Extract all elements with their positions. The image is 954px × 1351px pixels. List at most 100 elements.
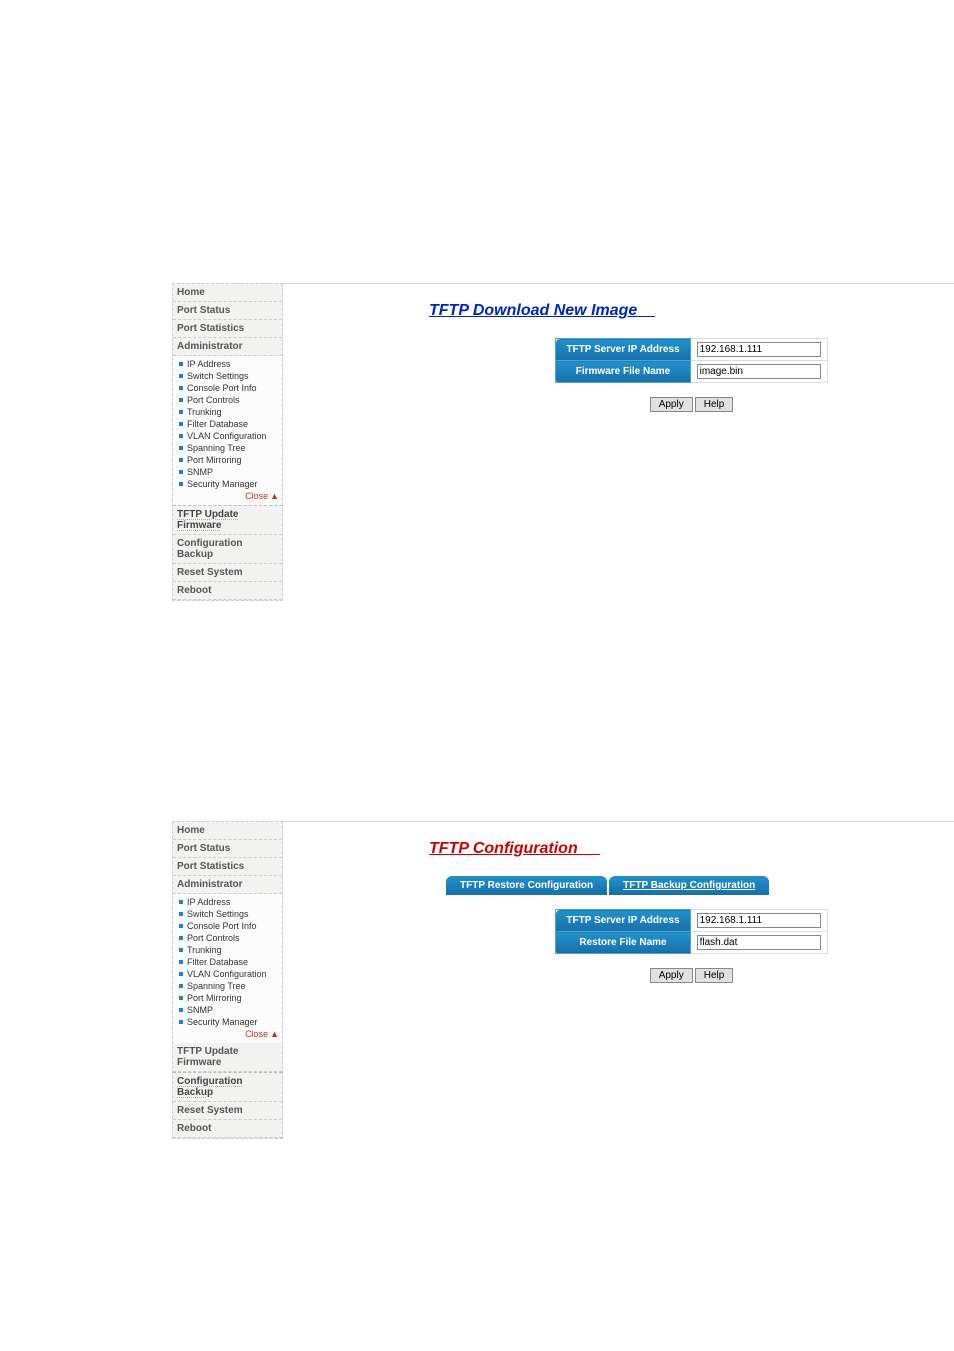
admin-item-port-controls[interactable]: Port Controls xyxy=(173,394,282,406)
admin-close[interactable]: Close xyxy=(245,491,268,501)
main-content: TFTP Download New Image TFTP Server IP A… xyxy=(283,283,954,601)
close-icon: ▲ xyxy=(270,1029,279,1039)
admin-label: Port Mirroring xyxy=(187,455,242,465)
admin-label: SNMP xyxy=(187,467,213,477)
admin-item-filter-database[interactable]: Filter Database xyxy=(173,956,282,968)
admin-item-spanning-tree[interactable]: Spanning Tree xyxy=(173,980,282,992)
admin-label: IP Address xyxy=(187,359,230,369)
sidebar-reboot[interactable]: Reboot xyxy=(173,582,282,600)
admin-item-port-mirroring[interactable]: Port Mirroring xyxy=(173,992,282,1004)
sidebar: Home Port Status Port Statistics Adminis… xyxy=(172,821,283,1139)
sidebar: Home Port Status Port Statistics Adminis… xyxy=(172,283,283,601)
sidebar-administrator[interactable]: Administrator xyxy=(173,876,282,894)
admin-label: Trunking xyxy=(187,945,222,955)
bullet-icon xyxy=(179,386,183,390)
admin-item-vlan-configuration[interactable]: VLAN Configuration xyxy=(173,430,282,442)
admin-item-switch-settings[interactable]: Switch Settings xyxy=(173,908,282,920)
help-button[interactable]: Help xyxy=(695,968,734,983)
bullet-icon xyxy=(179,948,183,952)
tab-row: TFTP Restore Configuration TFTP Backup C… xyxy=(446,876,954,895)
bullet-icon xyxy=(179,434,183,438)
bullet-icon xyxy=(179,1008,183,1012)
sidebar-configuration-backup[interactable]: Configuration Backup xyxy=(173,1072,282,1102)
admin-item-ip-address[interactable]: IP Address xyxy=(173,358,282,370)
label-restore-file: Restore File Name xyxy=(556,932,690,954)
admin-label: Security Manager xyxy=(187,1017,258,1027)
label-server-ip: TFTP Server IP Address xyxy=(556,339,690,361)
button-row: ApplyHelp xyxy=(649,397,735,412)
admin-item-port-mirroring[interactable]: Port Mirroring xyxy=(173,454,282,466)
sidebar-port-statistics[interactable]: Port Statistics xyxy=(173,320,282,338)
bullet-icon xyxy=(179,446,183,450)
sidebar-port-status[interactable]: Port Status xyxy=(173,302,282,320)
bullet-icon xyxy=(179,912,183,916)
admin-item-snmp[interactable]: SNMP xyxy=(173,1004,282,1016)
admin-item-filter-database[interactable]: Filter Database xyxy=(173,418,282,430)
admin-item-vlan-configuration[interactable]: VLAN Configuration xyxy=(173,968,282,980)
bullet-icon xyxy=(179,984,183,988)
admin-item-console-port-info[interactable]: Console Port Info xyxy=(173,920,282,932)
admin-submenu: IP Address Switch Settings Console Port … xyxy=(173,894,282,1043)
sidebar-administrator[interactable]: Administrator xyxy=(173,338,282,356)
admin-item-trunking[interactable]: Trunking xyxy=(173,944,282,956)
form-table: TFTP Server IP Address Restore File Name xyxy=(555,909,827,954)
admin-close-row: Close▲ xyxy=(173,1028,282,1041)
admin-item-port-controls[interactable]: Port Controls xyxy=(173,932,282,944)
bullet-icon xyxy=(179,362,183,366)
admin-item-trunking[interactable]: Trunking xyxy=(173,406,282,418)
admin-item-security-manager[interactable]: Security Manager xyxy=(173,1016,282,1028)
admin-label: SNMP xyxy=(187,1005,213,1015)
screenshot-tftp-download: Home Port Status Port Statistics Adminis… xyxy=(172,283,954,601)
sidebar-home[interactable]: Home xyxy=(173,822,282,840)
tab-backup[interactable]: TFTP Backup Configuration xyxy=(609,876,769,895)
sidebar-home[interactable]: Home xyxy=(173,284,282,302)
input-server-ip[interactable] xyxy=(697,913,821,928)
sidebar-tftp-update-firmware[interactable]: TFTP Update Firmware xyxy=(173,1043,282,1072)
apply-button[interactable]: Apply xyxy=(650,397,693,412)
tab-restore[interactable]: TFTP Restore Configuration xyxy=(446,876,607,895)
bullet-icon xyxy=(179,470,183,474)
help-button[interactable]: Help xyxy=(695,397,734,412)
bullet-icon xyxy=(179,900,183,904)
sidebar-reset-system[interactable]: Reset System xyxy=(173,564,282,582)
sidebar-configuration-backup[interactable]: Configuration Backup xyxy=(173,535,282,564)
admin-label: IP Address xyxy=(187,897,230,907)
page-title: TFTP Download New Image xyxy=(429,302,954,320)
form-row-firmware-file: Firmware File Name xyxy=(556,361,827,383)
input-firmware-file[interactable] xyxy=(697,364,821,379)
bullet-icon xyxy=(179,482,183,486)
admin-item-snmp[interactable]: SNMP xyxy=(173,466,282,478)
admin-label: Security Manager xyxy=(187,479,258,489)
admin-label: Switch Settings xyxy=(187,909,249,919)
admin-item-ip-address[interactable]: IP Address xyxy=(173,896,282,908)
form-row-server-ip: TFTP Server IP Address xyxy=(556,910,827,932)
bullet-icon xyxy=(179,1020,183,1024)
bullet-icon xyxy=(179,936,183,940)
input-restore-file[interactable] xyxy=(697,935,821,950)
admin-item-security-manager[interactable]: Security Manager xyxy=(173,478,282,490)
admin-close[interactable]: Close xyxy=(245,1029,268,1039)
close-icon: ▲ xyxy=(270,491,279,501)
sidebar-tftp-update-firmware[interactable]: TFTP Update Firmware xyxy=(173,505,282,535)
label-server-ip: TFTP Server IP Address xyxy=(556,910,690,932)
bullet-icon xyxy=(179,960,183,964)
sidebar-reset-system[interactable]: Reset System xyxy=(173,1102,282,1120)
bullet-icon xyxy=(179,924,183,928)
bullet-icon xyxy=(179,996,183,1000)
form-table: TFTP Server IP Address Firmware File Nam… xyxy=(555,338,827,383)
admin-label: Port Controls xyxy=(187,395,240,405)
apply-button[interactable]: Apply xyxy=(650,968,693,983)
admin-label: Port Mirroring xyxy=(187,993,242,1003)
label-firmware-file: Firmware File Name xyxy=(556,361,690,383)
admin-item-spanning-tree[interactable]: Spanning Tree xyxy=(173,442,282,454)
admin-item-console-port-info[interactable]: Console Port Info xyxy=(173,382,282,394)
main-content: TFTP Configuration TFTP Restore Configur… xyxy=(283,821,954,1139)
bullet-icon xyxy=(179,398,183,402)
admin-label: Console Port Info xyxy=(187,383,257,393)
admin-item-switch-settings[interactable]: Switch Settings xyxy=(173,370,282,382)
input-server-ip[interactable] xyxy=(697,342,821,357)
sidebar-port-status[interactable]: Port Status xyxy=(173,840,282,858)
screenshot-tftp-configuration: Home Port Status Port Statistics Adminis… xyxy=(172,821,954,1139)
sidebar-port-statistics[interactable]: Port Statistics xyxy=(173,858,282,876)
sidebar-reboot[interactable]: Reboot xyxy=(173,1120,282,1138)
